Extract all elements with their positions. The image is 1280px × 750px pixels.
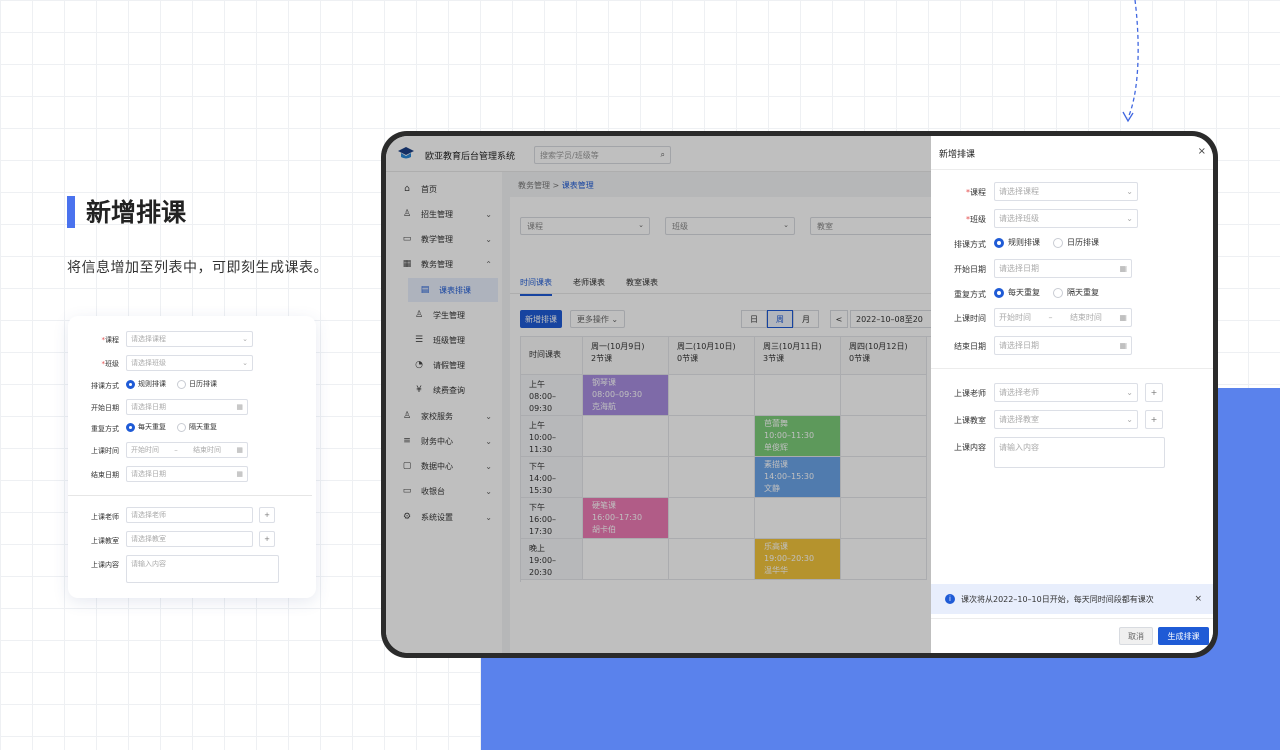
mode-radio-group: 规则排课 日历排课	[994, 237, 1099, 248]
start-date-input[interactable]: 请选择日期 ▦	[126, 399, 248, 415]
radio-alternate[interactable]	[177, 422, 186, 432]
radio-daily[interactable]	[994, 287, 1004, 298]
radio-calendar[interactable]	[177, 379, 186, 389]
end-date-label: 结束日期	[954, 342, 986, 351]
admin-app: 欧亚教育后台管理系统 搜索学员/班级等 ⌕ ⌂ 首页 ♙ 招生管理 ⌄ ▭ 教学管理 ⌄ ▦ 教务管…	[386, 136, 940, 653]
room-label: 上课教室	[91, 537, 119, 545]
end-date-input[interactable]: 请选择日期 ▦	[126, 466, 248, 482]
add-teacher-button[interactable]: +	[259, 507, 275, 523]
radio-rule[interactable]	[994, 237, 1004, 248]
info-notice: i 课次将从2022–10–10日开始，每天同时间段都有课次 ×	[931, 584, 1213, 614]
form-divider	[931, 368, 1213, 369]
time-range-input[interactable]: 开始时间 – 结束时间 ▦	[126, 442, 248, 458]
drawer-header-divider	[931, 169, 1213, 170]
end-date-input[interactable]: 请选择日期 ▦	[994, 336, 1132, 355]
dashed-arrow-icon	[1122, 0, 1139, 123]
repeat-label: 重复方式	[91, 425, 119, 433]
class-select[interactable]: 请选择班级 ⌄	[994, 209, 1138, 228]
repeat-radio-group: 每天重复 隔天重复	[126, 422, 217, 432]
add-room-button[interactable]: +	[259, 531, 275, 547]
chevron-down-icon: ⌄	[1126, 187, 1133, 196]
repeat-radio-group: 每天重复 隔天重复	[994, 287, 1099, 298]
teacher-label: 上课老师	[954, 389, 986, 398]
teacher-select[interactable]: 请选择老师	[126, 507, 253, 523]
hero-subtitle: 将信息增加至列表中，可即刻生成课表。	[67, 260, 328, 276]
content-label: 上课内容	[91, 561, 119, 569]
calendar-icon: ▦	[236, 403, 243, 411]
start-date-label: 开始日期	[954, 265, 986, 274]
course-select[interactable]: 请选择课程 ⌄	[126, 331, 253, 347]
end-date-label: 结束日期	[91, 471, 119, 479]
mode-label: 排课方式	[91, 382, 119, 390]
modal-overlay[interactable]	[386, 136, 931, 653]
radio-calendar[interactable]	[1053, 237, 1063, 248]
clock-icon: ▦	[236, 446, 243, 454]
class-label: *班级	[966, 215, 986, 224]
calendar-icon: ▦	[1119, 341, 1127, 350]
calendar-icon: ▦	[1119, 264, 1127, 273]
start-date-label: 开始日期	[91, 404, 119, 412]
content-textarea[interactable]: 请输入内容	[126, 555, 279, 583]
add-room-button[interactable]: +	[1145, 410, 1163, 429]
teacher-select[interactable]: 请选择老师 ⌄	[994, 383, 1138, 402]
hero-accent-bar	[67, 196, 75, 228]
start-date-input[interactable]: 请选择日期 ▦	[994, 259, 1132, 278]
mode-label: 排课方式	[954, 240, 986, 249]
chevron-down-icon: ⌄	[1126, 388, 1133, 397]
cancel-button[interactable]: 取消	[1119, 627, 1153, 645]
room-select[interactable]: 请选择教室	[126, 531, 253, 547]
footer-divider	[931, 618, 1213, 619]
chevron-down-icon: ⌄	[242, 335, 248, 343]
tablet-frame: 欧亚教育后台管理系统 搜索学员/班级等 ⌕ ⌂ 首页 ♙ 招生管理 ⌄ ▭ 教学管理 ⌄ ▦ 教务管…	[381, 131, 1218, 658]
form-preview-card: *课程 请选择课程 ⌄ *班级 请选择班级 ⌄ 排课方式 规则排课 日历排课 开始日…	[68, 316, 316, 598]
divider	[68, 495, 312, 496]
room-label: 上课教室	[954, 416, 986, 425]
teacher-label: 上课老师	[91, 513, 119, 521]
time-label: 上课时间	[954, 314, 986, 323]
radio-daily[interactable]	[126, 422, 135, 432]
class-select[interactable]: 请选择班级 ⌄	[126, 355, 253, 371]
content-label: 上课内容	[954, 443, 986, 452]
radio-alternate[interactable]	[1053, 287, 1063, 298]
chevron-down-icon: ⌄	[242, 359, 248, 367]
add-teacher-button[interactable]: +	[1145, 383, 1163, 402]
course-label: *课程	[966, 188, 986, 197]
time-range-input[interactable]: 开始时间 – 结束时间 ▦	[994, 308, 1132, 327]
room-select[interactable]: 请选择教室 ⌄	[994, 410, 1138, 429]
chevron-down-icon: ⌄	[1126, 415, 1133, 424]
chevron-down-icon: ⌄	[1126, 214, 1133, 223]
close-icon[interactable]: ×	[1194, 594, 1202, 604]
generate-schedule-button[interactable]: 生成排课	[1158, 627, 1209, 645]
clock-icon: ▦	[1119, 313, 1127, 322]
mode-radio-group: 规则排课 日历排课	[126, 379, 217, 389]
course-label: *课程	[101, 336, 120, 344]
course-select[interactable]: 请选择课程 ⌄	[994, 182, 1138, 201]
content-textarea[interactable]: 请输入内容	[994, 437, 1165, 468]
new-schedule-drawer: 新增排课 × *课程 请选择课程 ⌄ *班级 请选择班级 ⌄ 排课方式 规则排课 日…	[931, 136, 1213, 653]
time-label: 上课时间	[91, 447, 119, 455]
tablet-screen: 欧亚教育后台管理系统 搜索学员/班级等 ⌕ ⌂ 首页 ♙ 招生管理 ⌄ ▭ 教学管理 ⌄ ▦ 教务管…	[386, 136, 1213, 653]
close-icon[interactable]: ×	[1198, 146, 1206, 157]
class-label: *班级	[101, 360, 120, 368]
drawer-title: 新增排课	[939, 150, 976, 160]
info-icon: i	[945, 594, 955, 604]
calendar-icon: ▦	[236, 470, 243, 478]
hero-title: 新增排课	[86, 198, 187, 227]
radio-rule[interactable]	[126, 379, 135, 389]
repeat-label: 重复方式	[954, 290, 986, 299]
